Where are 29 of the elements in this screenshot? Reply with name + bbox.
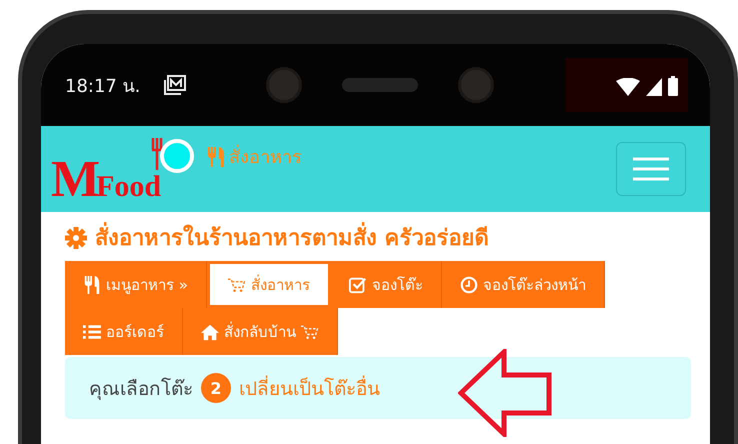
- change-table-link[interactable]: เปลี่ยนเป็นโต๊ะอื่น: [239, 373, 380, 403]
- status-time: 18:17 น.: [65, 74, 140, 98]
- mail-icon: [164, 75, 186, 95]
- home-icon: [201, 322, 219, 340]
- menu-icon: [633, 157, 669, 181]
- nav-tab[interactable]: สั่งอาหาร: [206, 261, 331, 308]
- menu-button[interactable]: [616, 142, 686, 196]
- camera-lens: [266, 67, 302, 103]
- nav-tab[interactable]: สั่งกลับบ้าน: [183, 308, 338, 355]
- logo[interactable]: MFood: [51, 132, 199, 206]
- nav-tab[interactable]: จองโต๊ะ: [330, 261, 442, 308]
- nav-tab[interactable]: เมนูอาหาร »: [65, 261, 207, 308]
- page-heading: สั่งอาหารในร้านอาหารตามสั่ง ครัวอร่อยดี: [95, 220, 489, 255]
- wifi-icon: [616, 78, 640, 96]
- alert-text: คุณเลือกโต๊ะ: [89, 376, 193, 402]
- nav-tab[interactable]: ออร์เดอร์: [65, 308, 183, 355]
- table-number-badge: 2: [201, 373, 231, 403]
- clock-icon: [460, 276, 478, 294]
- cart-icon: [228, 276, 246, 294]
- battery-icon: [668, 76, 678, 96]
- gear-icon: [65, 226, 87, 248]
- utensils-icon: [83, 276, 101, 294]
- camera-lens: [458, 67, 494, 103]
- utensils-icon: [207, 146, 225, 166]
- checkbox-icon: [348, 276, 367, 294]
- signal-icon: [646, 78, 662, 96]
- list-icon: [83, 322, 101, 340]
- nav-tab[interactable]: จองโต๊ะล่วงหน้า: [442, 261, 605, 308]
- cart-icon: [301, 322, 319, 340]
